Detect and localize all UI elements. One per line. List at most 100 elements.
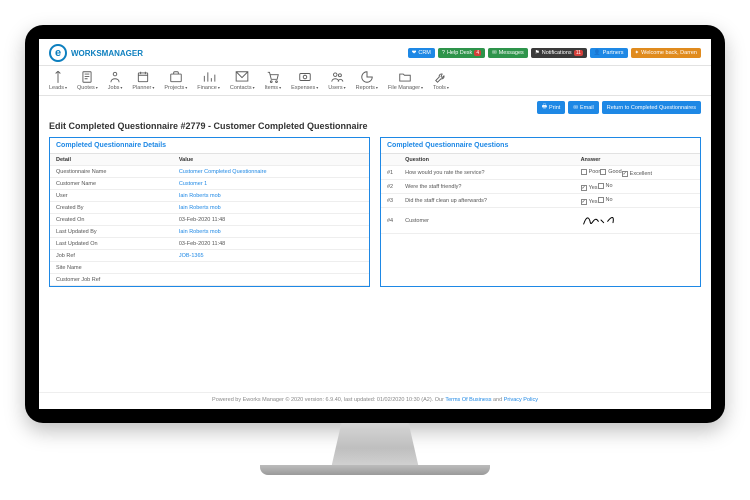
detail-value [173,274,369,286]
details-panel: Completed Questionnaire Details Detail V… [49,137,370,287]
detail-label: Created On [50,214,173,226]
messages-badge[interactable]: ✉ Messages [488,48,528,58]
checkbox-option[interactable]: ✓Yes [581,185,598,191]
tool-expenses[interactable]: Expenses▾ [291,70,318,91]
detail-value[interactable]: Customer 1 [173,178,369,190]
questions-panel: Completed Questionnaire Questions Questi… [380,137,701,287]
details-table: Detail Value Questionnaire NameCustomer … [50,154,369,286]
detail-value: 03-Feb-2020 11:48 [173,238,369,250]
question-num: #4 [381,208,399,234]
brand-name: WORKSMANAGER [71,49,143,58]
partners-badge[interactable]: 👤 Partners [590,48,628,58]
checkbox-option[interactable]: ✓Excellent [622,171,652,177]
col-question: Question [399,154,574,166]
checkbox-option[interactable]: Poor [581,169,601,175]
question-text: Were the staff friendly? [399,180,574,194]
tool-leads[interactable]: Leads▾ [49,70,67,91]
screen-bezel: e WORKSMANAGER ❤ CRM ? Help Desk 4 ✉ Mes… [25,25,725,423]
brand-logo[interactable]: e WORKSMANAGER [49,44,143,62]
main-toolbar: Leads▾ Quotes▾ Jobs▾ Planner▾ Projects▾ … [39,66,711,96]
checkbox-option[interactable]: No [598,197,613,203]
answer-cell: Poor Good✓Excellent [575,166,700,180]
checkbox-icon [598,183,604,189]
col-answer: Answer [575,154,700,166]
tool-projects[interactable]: Projects▾ [164,70,187,91]
app-screen: e WORKSMANAGER ❤ CRM ? Help Desk 4 ✉ Mes… [39,39,711,409]
checkbox-icon [598,197,604,203]
tool-jobs[interactable]: Jobs▾ [108,70,123,91]
table-row: Last Updated On03-Feb-2020 11:48 [50,238,369,250]
signature-icon [581,211,694,231]
question-text: Customer [399,208,574,234]
answer-cell: ✓Yes No [575,194,700,208]
detail-value[interactable]: Iain Roberts mob [173,202,369,214]
detail-value[interactable]: JOB-1365 [173,250,369,262]
header-badges: ❤ CRM ? Help Desk 4 ✉ Messages ⚑ Notific… [408,48,701,58]
question-num: #3 [381,194,399,208]
checkbox-label: Excellent [630,171,652,177]
tool-reports[interactable]: Reports▾ [356,70,378,91]
content-columns: Completed Questionnaire Details Detail V… [39,137,711,287]
tool-contacts[interactable]: Contacts▾ [230,70,255,91]
checkbox-option[interactable]: ✓Yes [581,199,598,205]
checkbox-icon [581,169,587,175]
questions-table: Question Answer #1How would you rate the… [381,154,700,234]
checkbox-label: No [606,183,613,189]
detail-label: Created By [50,202,173,214]
checkbox-option[interactable]: No [598,183,613,189]
table-row: Site Name [50,262,369,274]
checkbox-icon [600,169,606,175]
checkbox-label: Good [608,169,621,175]
helpdesk-badge[interactable]: ? Help Desk 4 [438,48,485,58]
table-row: Job RefJOB-1365 [50,250,369,262]
crm-badge[interactable]: ❤ CRM [408,48,435,58]
table-row: Created ByIain Roberts mob [50,202,369,214]
detail-value[interactable]: Iain Roberts mob [173,226,369,238]
detail-label: Customer Name [50,178,173,190]
checkbox-option[interactable]: Good [600,169,621,175]
question-row: #1How would you rate the service?PoorGoo… [381,166,700,180]
tool-quotes[interactable]: Quotes▾ [77,70,98,91]
answer-cell: ✓Yes No [575,180,700,194]
checkbox-label: Yes [589,185,598,191]
terms-link[interactable]: Terms Of Business [445,397,491,403]
monitor-frame: e WORKSMANAGER ❤ CRM ? Help Desk 4 ✉ Mes… [25,25,725,475]
tool-finance[interactable]: Finance▾ [197,70,220,91]
tool-tools[interactable]: Tools▾ [433,70,449,91]
tool-items[interactable]: Items▾ [265,70,281,91]
monitor-stand-neck [315,423,435,465]
detail-value [173,262,369,274]
privacy-link[interactable]: Privacy Policy [504,397,538,403]
detail-value[interactable]: Customer Completed Questionnaire [173,166,369,178]
table-row: Customer NameCustomer 1 [50,178,369,190]
return-button[interactable]: Return to Completed Questionnaires [602,101,701,114]
table-row: Created On03-Feb-2020 11:48 [50,214,369,226]
question-num: #2 [381,180,399,194]
monitor-stand-base [260,465,490,475]
footer: Powered by Eworks Manager © 2020 version… [39,392,711,403]
answer-cell [575,208,700,234]
welcome-badge[interactable]: ✦ Welcome back, Darren [631,48,701,58]
tool-planner[interactable]: Planner▾ [132,70,154,91]
col-qnum [381,154,399,166]
print-button[interactable]: 🖶 Print [537,101,566,114]
details-heading: Completed Questionnaire Details [50,138,369,154]
detail-label: Last Updated On [50,238,173,250]
checkbox-label: No [606,197,613,203]
col-value: Value [173,154,369,166]
question-num: #1 [381,166,399,180]
detail-value[interactable]: Iain Roberts mob [173,190,369,202]
table-row: UserIain Roberts mob [50,190,369,202]
notifications-badge[interactable]: ⚑ Notifications 11 [531,48,587,58]
detail-label: Last Updated By [50,226,173,238]
table-row: Customer Job Ref [50,274,369,286]
page-title: Edit Completed Questionnaire #2779 - Cus… [39,119,711,137]
checkbox-icon: ✓ [622,171,628,177]
checkbox-icon: ✓ [581,185,587,191]
question-row: #3Did the staff clean up afterwards?✓Yes… [381,194,700,208]
email-button[interactable]: ✉ Email [568,101,598,114]
detail-value: 03-Feb-2020 11:48 [173,214,369,226]
detail-label: Questionnaire Name [50,166,173,178]
tool-file-manager[interactable]: File Manager▾ [388,70,423,91]
tool-users[interactable]: Users▾ [328,70,345,91]
